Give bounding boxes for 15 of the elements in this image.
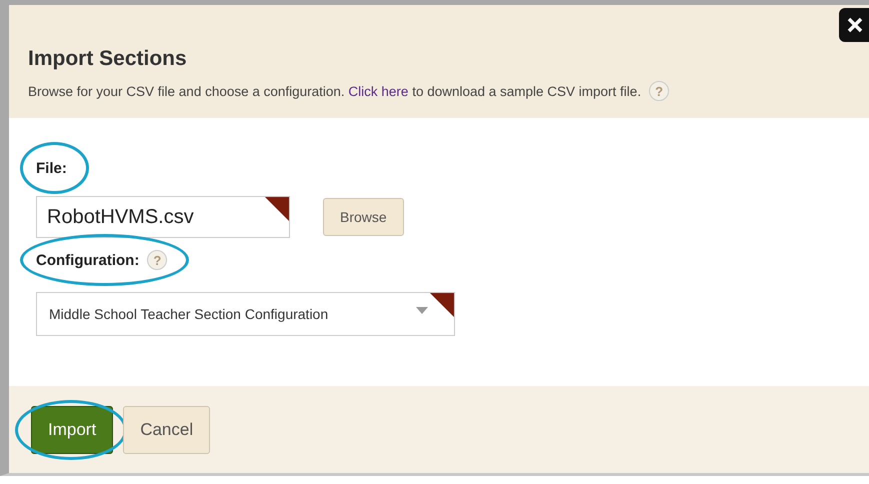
field-label: Configuration: bbox=[36, 252, 140, 268]
import-button[interactable]: Import bbox=[31, 406, 114, 454]
download-link[interactable]: Click here bbox=[348, 84, 408, 98]
required-corner-icon bbox=[265, 197, 289, 221]
browse-button[interactable]: Browse bbox=[323, 198, 404, 236]
configuration-dropdown[interactable]: Middle School Teacher Section Configuration bbox=[36, 292, 455, 336]
field-label: File: bbox=[36, 160, 67, 176]
description-text: Browse for your CSV file and choose a configuration. Click here to download a sample CSV import file. bbox=[28, 84, 642, 98]
cancel-button[interactable]: Cancel bbox=[123, 406, 210, 454]
dialog-title: Import Sections bbox=[28, 47, 188, 71]
close-icon bbox=[847, 17, 863, 33]
file-field[interactable]: RobotHVMS.csv bbox=[36, 196, 290, 238]
close-button[interactable] bbox=[839, 8, 869, 42]
required-corner-icon bbox=[430, 293, 454, 317]
caret-icon bbox=[416, 307, 428, 314]
